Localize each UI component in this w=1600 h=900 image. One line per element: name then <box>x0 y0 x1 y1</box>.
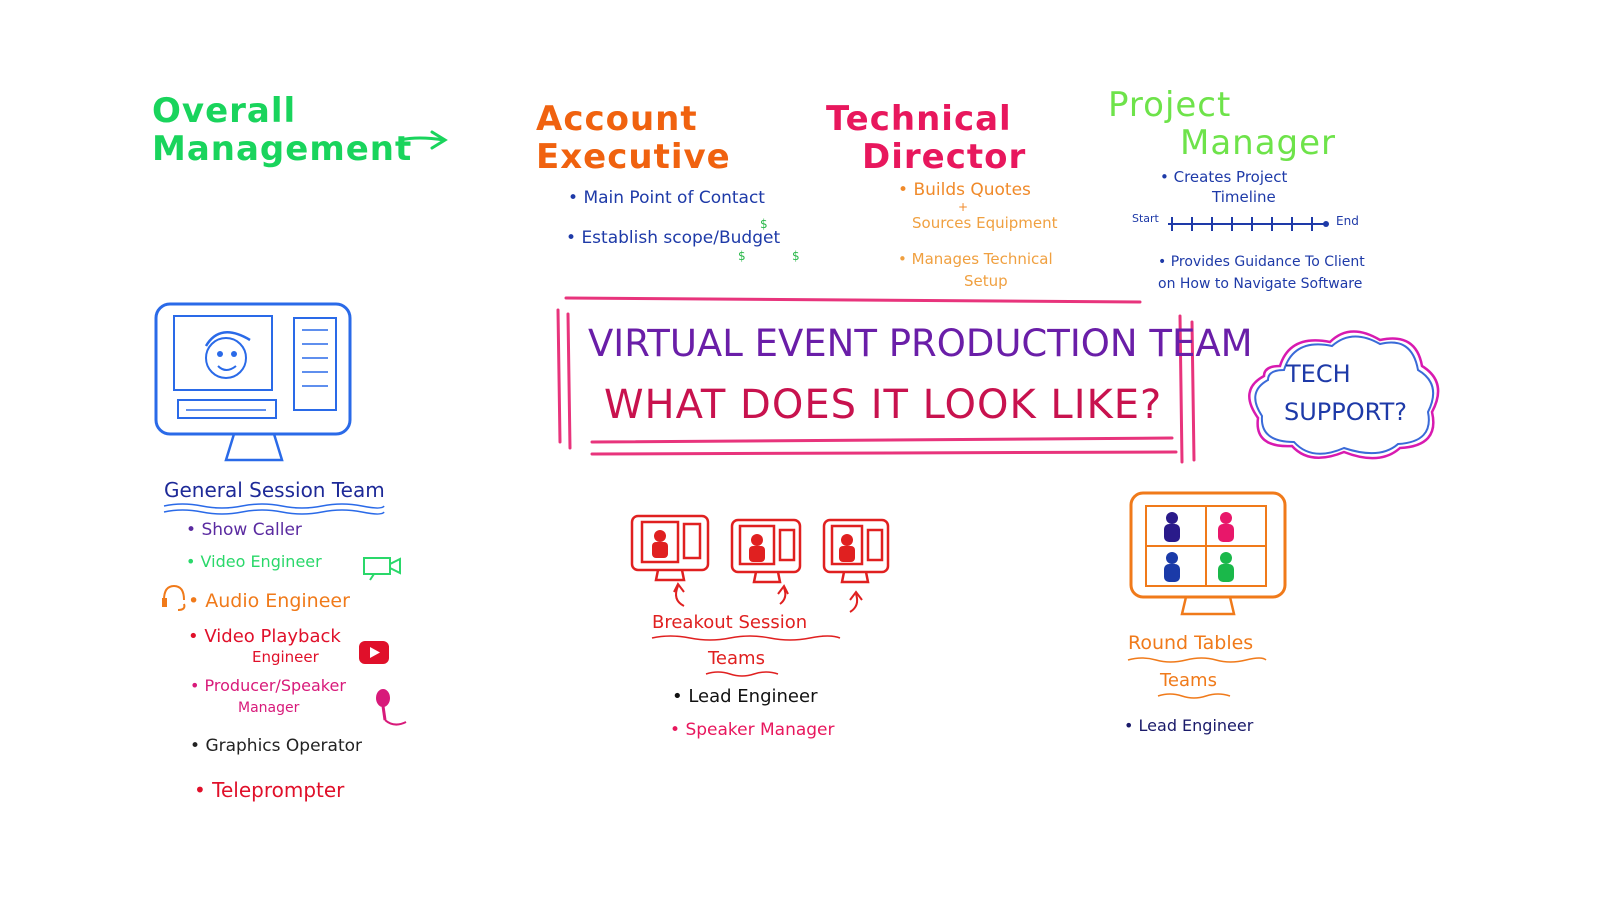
breakout-heading: Breakout Session <box>652 612 808 633</box>
overall-line2: Management <box>152 129 413 169</box>
svg-text:$: $ <box>792 249 800 263</box>
breakout-heading-line2: Teams <box>708 648 765 669</box>
account-exec-line1: Account <box>536 99 698 139</box>
role-show-caller: • Show Caller <box>186 520 302 540</box>
tech-director-bullet-setup: • Manages Technical <box>898 250 1053 268</box>
tech-director-line1: Technical <box>826 99 1012 139</box>
round-tables-heading-line2: Teams <box>1160 670 1217 691</box>
role-label: Video Engineer <box>200 552 322 571</box>
account-exec-bullet-contact: • Main Point of Contact <box>568 188 765 208</box>
account-exec-line2: Executive <box>536 137 731 177</box>
timeline-end-label: End <box>1336 214 1359 228</box>
account-exec-bullet-label: Main Point of Contact <box>583 188 765 208</box>
svg-text:$: $ <box>738 249 746 263</box>
breakout-role-lead-engineer: • Lead Engineer <box>672 686 818 707</box>
tech-director-bullet-quotes: • Builds Quotes <box>898 180 1031 200</box>
monitor-icon <box>154 302 352 462</box>
project-manager-bullet-timeline: • Creates Project <box>1160 168 1288 186</box>
pm-bullet1-line2: Timeline <box>1212 188 1276 206</box>
svg-text:$: $ <box>760 217 768 231</box>
role-video-playback: • Video Playback <box>188 626 341 647</box>
tech-director-bullet-setup-line2: Setup <box>964 272 1008 290</box>
role-label: Audio Engineer <box>205 590 350 612</box>
project-manager-bullet-guidance: • Provides Guidance To Client <box>1158 254 1365 270</box>
round-tables-heading: Round Tables <box>1128 632 1254 654</box>
role-label: Video Playback <box>204 626 341 647</box>
role-label: Graphics Operator <box>205 736 363 756</box>
account-executive-heading: Account Executive <box>536 100 731 176</box>
pm-bullet2-line2: on How to Navigate Software <box>1158 276 1363 292</box>
right-arrow-icon <box>398 130 448 150</box>
round-tables-role-lead-engineer: • Lead Engineer <box>1124 716 1254 735</box>
project-manager-heading: Project Manager <box>1108 86 1336 162</box>
title-line2: WHAT DOES IT LOOK LIKE? <box>604 382 1163 428</box>
role-label: Producer/Speaker <box>204 676 346 695</box>
tech-director-line2: Director <box>862 137 1027 177</box>
role-video-engineer: • Video Engineer <box>186 552 322 571</box>
role-producer-speaker-line2: Manager <box>238 700 300 716</box>
heading-underline <box>651 635 841 641</box>
overall-management-heading: Overall Management <box>152 92 412 168</box>
technical-director-heading: Technical Director <box>826 100 1026 176</box>
role-producer-speaker: • Producer/Speaker <box>190 676 346 695</box>
tech-director-plus: + <box>958 200 969 214</box>
timeline-icon <box>1168 217 1329 231</box>
headphones-icon <box>162 584 186 611</box>
general-session-heading: General Session Team <box>164 478 385 502</box>
pm-bullet1-line1: Creates Project <box>1173 168 1288 186</box>
role-label: Show Caller <box>201 520 302 540</box>
role-label: Speaker Manager <box>685 720 835 740</box>
monitor-icon <box>1129 491 1287 616</box>
heading-underline <box>705 671 779 677</box>
play-button-icon <box>359 641 389 664</box>
tech-director-bullet-label: Builds Quotes <box>913 180 1031 200</box>
role-video-playback-line2: Engineer <box>252 648 319 666</box>
video-camera-icon <box>363 557 401 581</box>
heading-underline <box>1127 657 1267 663</box>
tech-support-line2: SUPPORT? <box>1284 398 1407 426</box>
pm-bullet2-line1: Provides Guidance To Client <box>1170 254 1365 270</box>
timeline-start-label: Start <box>1132 212 1159 225</box>
cloud-icon <box>1248 330 1440 460</box>
overall-line1: Overall <box>152 91 297 131</box>
tech-support-line1: TECH <box>1286 360 1351 388</box>
tech-director-bullet-label: Manages Technical <box>911 250 1053 268</box>
microphone-icon <box>376 689 407 726</box>
role-label: Lead Engineer <box>688 686 818 707</box>
heading-underline <box>163 503 385 515</box>
heading-underline <box>1157 693 1231 699</box>
monitor-icon <box>630 514 890 613</box>
role-teleprompter: • Teleprompter <box>194 778 345 802</box>
title-line1: VIRTUAL EVENT PRODUCTION TEAM <box>588 322 1253 365</box>
role-label: Lead Engineer <box>1138 716 1254 735</box>
tech-director-bullet-equipment: Sources Equipment <box>912 214 1058 232</box>
role-label: Teleprompter <box>212 778 345 802</box>
project-manager-line2: Manager <box>1180 123 1337 163</box>
breakout-role-speaker-manager: • Speaker Manager <box>670 720 835 740</box>
role-graphics-operator: • Graphics Operator <box>190 736 363 756</box>
dollar-sign-icon: $ $ $ <box>738 217 800 263</box>
role-audio-engineer: • Audio Engineer <box>188 590 350 612</box>
project-manager-line1: Project <box>1108 85 1232 125</box>
title-frame <box>556 296 1196 464</box>
